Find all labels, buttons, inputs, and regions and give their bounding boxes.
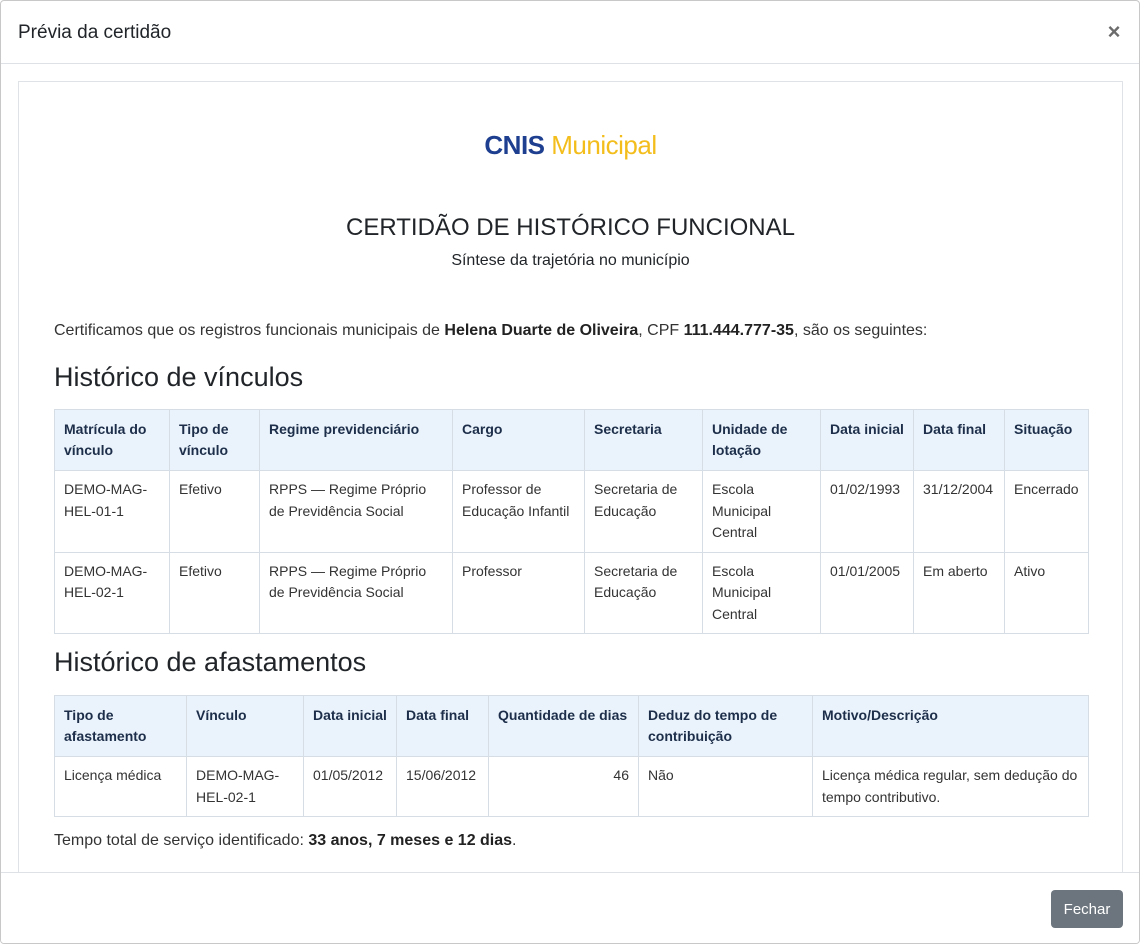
person-name: Helena Duarte de Oliveira bbox=[444, 322, 639, 339]
certificate-preview-modal: Prévia da certidão × CNIS Municipal CERT… bbox=[0, 0, 1140, 944]
table-cell: Efetivo bbox=[169, 470, 260, 553]
column-header: Tipo de afastamento bbox=[54, 695, 187, 757]
column-header: Quantidade de dias bbox=[488, 695, 639, 757]
modal-body[interactable]: CNIS Municipal CERTIDÃO DE HISTÓRICO FUN… bbox=[1, 64, 1139, 872]
total-service-time: Tempo total de serviço identificado: 33 … bbox=[54, 832, 517, 850]
table-header-row: Tipo de afastamento Vínculo Data inicial… bbox=[54, 695, 1089, 757]
table-row: Licença médica DEMO-MAG-HEL-02-1 01/05/2… bbox=[54, 756, 1089, 817]
table-cell: Professor de Educação Infantil bbox=[452, 470, 585, 553]
modal-header: Prévia da certidão × bbox=[1, 1, 1139, 64]
table-cell: 01/05/2012 bbox=[303, 756, 397, 817]
intro-prefix: Certificamos que os registros funcionais… bbox=[54, 322, 445, 339]
afastamentos-table: Tipo de afastamento Vínculo Data inicial… bbox=[54, 695, 1089, 817]
table-cell: Licença médica regular, sem dedução do t… bbox=[812, 756, 1089, 817]
table-cell: Escola Municipal Central bbox=[702, 551, 821, 634]
cnis-municipal-logo: CNIS Municipal bbox=[19, 130, 1122, 161]
vinculos-table: Matrícula do vínculo Tipo de vínculo Reg… bbox=[54, 409, 1089, 634]
modal-footer: Fechar bbox=[1, 872, 1139, 943]
logo-cnis-text: CNIS bbox=[484, 130, 545, 160]
column-header: Data final bbox=[913, 409, 1005, 471]
table-cell: Efetivo bbox=[169, 551, 260, 634]
table-header-row: Matrícula do vínculo Tipo de vínculo Reg… bbox=[54, 409, 1089, 471]
column-header: Matrícula do vínculo bbox=[54, 409, 170, 471]
table-row: DEMO-MAG-HEL-02-1 Efetivo RPPS — Regime … bbox=[54, 551, 1089, 634]
column-header: Regime previdenciário bbox=[259, 409, 453, 471]
person-cpf: 111.444.777-35 bbox=[683, 322, 794, 339]
intro-paragraph: Certificamos que os registros funcionais… bbox=[54, 322, 927, 340]
table-cell: DEMO-MAG-HEL-01-1 bbox=[54, 470, 170, 553]
table-cell: 31/12/2004 bbox=[913, 470, 1005, 553]
table-cell: Secretaria de Educação bbox=[584, 551, 703, 634]
modal-title: Prévia da certidão bbox=[18, 22, 172, 43]
table-cell: Escola Municipal Central bbox=[702, 470, 821, 553]
column-header: Situação bbox=[1004, 409, 1089, 471]
total-suffix: . bbox=[512, 832, 517, 849]
column-header: Tipo de vínculo bbox=[169, 409, 260, 471]
column-header: Data final bbox=[396, 695, 489, 757]
column-header: Data inicial bbox=[820, 409, 914, 471]
total-prefix: Tempo total de serviço identificado: bbox=[54, 832, 309, 849]
column-header: Cargo bbox=[452, 409, 585, 471]
column-header: Deduz do tempo de contribuição bbox=[638, 695, 813, 757]
section-title-afastamentos: Histórico de afastamentos bbox=[54, 647, 367, 677]
column-header: Vínculo bbox=[186, 695, 304, 757]
intro-suffix: , são os seguintes: bbox=[793, 322, 928, 339]
column-header: Motivo/Descrição bbox=[812, 695, 1089, 757]
table-cell: 01/02/1993 bbox=[820, 470, 914, 553]
table-cell: Professor bbox=[452, 551, 585, 634]
document-subtitle: Síntese da trajetória no município bbox=[451, 252, 690, 269]
table-cell: DEMO-MAG-HEL-02-1 bbox=[186, 756, 304, 817]
column-header: Secretaria bbox=[584, 409, 703, 471]
table-cell: Em aberto bbox=[913, 551, 1005, 634]
table-cell: Secretaria de Educação bbox=[584, 470, 703, 553]
table-cell: 01/01/2005 bbox=[820, 551, 914, 634]
table-row: DEMO-MAG-HEL-01-1 Efetivo RPPS — Regime … bbox=[54, 470, 1089, 553]
table-cell: Não bbox=[638, 756, 813, 817]
table-cell: RPPS — Regime Próprio de Previdência Soc… bbox=[259, 551, 453, 634]
table-cell: 46 bbox=[488, 756, 639, 817]
table-cell: Encerrado bbox=[1004, 470, 1089, 553]
table-cell: Ativo bbox=[1004, 551, 1089, 634]
column-header: Unidade de lotação bbox=[702, 409, 821, 471]
logo-municipal-text: Municipal bbox=[551, 130, 657, 160]
close-button[interactable]: Fechar bbox=[1051, 890, 1123, 928]
document-title: CERTIDÃO DE HISTÓRICO FUNCIONAL bbox=[346, 214, 795, 241]
total-value: 33 anos, 7 meses e 12 dias bbox=[308, 832, 513, 849]
section-title-vinculos: Histórico de vínculos bbox=[54, 362, 304, 392]
table-cell: RPPS — Regime Próprio de Previdência Soc… bbox=[259, 470, 453, 553]
table-cell: Licença médica bbox=[54, 756, 187, 817]
intro-mid: , CPF bbox=[638, 322, 684, 339]
certificate-document: CNIS Municipal CERTIDÃO DE HISTÓRICO FUN… bbox=[18, 81, 1123, 872]
column-header: Data inicial bbox=[303, 695, 397, 757]
table-cell: 15/06/2012 bbox=[396, 756, 489, 817]
close-icon[interactable]: × bbox=[1105, 19, 1123, 45]
table-cell: DEMO-MAG-HEL-02-1 bbox=[54, 551, 170, 634]
